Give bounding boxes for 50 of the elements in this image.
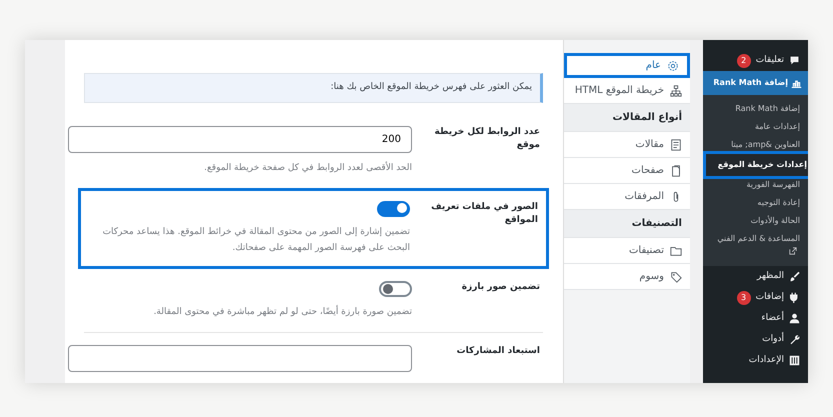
settings-tab[interactable]: خريطة الموقع HTML <box>564 78 690 104</box>
settings-tab[interactable]: المرفقات <box>564 184 690 210</box>
submenu-item[interactable]: الفهرسة الفورية <box>703 176 808 194</box>
wrench-icon <box>789 334 800 345</box>
submenu-item[interactable]: المساعدة & الدعم الفني <box>703 230 808 260</box>
section-heading: أنواع المقالات <box>564 104 690 132</box>
settings-tab[interactable]: عام <box>564 53 690 78</box>
settings-icon <box>667 60 679 72</box>
input-field[interactable]: 200 <box>68 126 412 153</box>
section-heading: التصنيفات <box>564 210 690 238</box>
submenu-item[interactable]: إعدادات عامة <box>703 118 808 136</box>
toggle-switch[interactable] <box>379 281 412 297</box>
menu-item[interactable]: المظهر <box>703 266 808 287</box>
settings-tab[interactable]: تصنيفات <box>564 238 690 264</box>
external-link-icon <box>789 246 797 255</box>
chart-icon <box>791 78 802 88</box>
field-description: تضمين إشارة إلى الصور من محتوى المقالة في خرائط الموقع. هذا يساعد محركات البحث على فهرسة الصور المهمة على صفحاتك. <box>102 226 410 255</box>
submenu-item[interactable]: العناوين &amp; ميتا <box>703 136 808 154</box>
setting-label: الصور في ملفات تعريف المواقع <box>430 201 538 227</box>
settings-tab[interactable]: صفحات <box>564 158 690 184</box>
count-badge: 3 <box>736 290 751 304</box>
setting-label: استبعاد المشاركات <box>456 345 540 358</box>
tag-icon <box>670 270 682 282</box>
field-description: تضمين صورة بارزة أيضًا، حتى لو لم تظهر مباشرة في محتوى المقالة. <box>152 304 412 319</box>
submenu-item[interactable]: إضافة Rank Math <box>703 100 808 118</box>
setting-label: عدد الروابط لكل خريطة موقع <box>434 126 540 152</box>
toggle-switch[interactable] <box>377 201 410 217</box>
menu-item[interactable]: أعضاء <box>703 308 808 329</box>
input-field[interactable] <box>68 345 412 372</box>
document-icon <box>670 138 682 150</box>
pages-icon <box>670 164 682 176</box>
submenu-item[interactable]: إعدادات خريطة الموقع <box>703 151 808 179</box>
sitemap-icon <box>670 84 682 96</box>
sliders-icon <box>789 355 800 366</box>
notice-box: يمكن العثور على فهرس خريطة الموقع الخاص بك هنا: <box>84 73 543 103</box>
folder-icon <box>670 244 682 256</box>
settings-tab[interactable]: وسوم <box>564 264 690 290</box>
brush-icon <box>789 271 800 282</box>
field-description: الحد الأقصى لعدد الروابط في كل صفحة خريطة الموقع. <box>203 160 412 175</box>
count-badge: 2 <box>736 54 751 68</box>
user-icon <box>789 313 800 324</box>
plug-icon <box>789 292 800 303</box>
comment-icon <box>789 55 800 66</box>
menu-item[interactable]: أدوات <box>703 329 808 350</box>
submenu-item[interactable]: الحالة والأدوات <box>703 212 808 230</box>
menu-item[interactable]: إضافة Rank Math <box>703 71 808 95</box>
menu-item[interactable]: الإعدادات <box>703 350 808 371</box>
submenu-item[interactable]: إعادة التوجيه <box>703 194 808 212</box>
setting-label: تضمين صور بارزة <box>460 281 540 294</box>
settings-tab[interactable]: مقالات <box>564 132 690 158</box>
